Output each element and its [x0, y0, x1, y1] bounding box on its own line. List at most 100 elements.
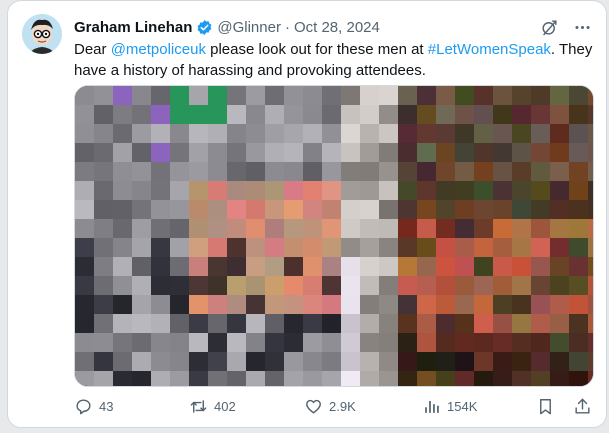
- mosaic-tile: [284, 200, 303, 219]
- mosaic-tile: [322, 371, 341, 386]
- mosaic-tile: [227, 352, 246, 371]
- mosaic-tile: [322, 162, 341, 181]
- mosaic-tile: [379, 371, 398, 386]
- mosaic-tile: [569, 238, 588, 257]
- mosaic-tile: [151, 314, 170, 333]
- mosaic-tile: [417, 86, 436, 105]
- mosaic-tile: [246, 124, 265, 143]
- mosaic-tile: [398, 314, 417, 333]
- mosaic-tile: [303, 352, 322, 371]
- mosaic-tile: [493, 200, 512, 219]
- reply-button[interactable]: 43: [74, 397, 189, 416]
- mention-link[interactable]: @metpoliceuk: [111, 41, 206, 58]
- mosaic-tile: [341, 219, 360, 238]
- share-icon[interactable]: [573, 397, 592, 416]
- separator-dot: ·: [284, 18, 290, 36]
- mosaic-tile: [493, 219, 512, 238]
- mosaic-tile: [151, 333, 170, 352]
- tweet-date[interactable]: Oct 28, 2024: [294, 19, 380, 36]
- mosaic-tile: [379, 257, 398, 276]
- mosaic-tile: [75, 371, 94, 386]
- mosaic-tile: [132, 219, 151, 238]
- mosaic-tile: [227, 162, 246, 181]
- mosaic-tile: [170, 200, 189, 219]
- mosaic-tile: [284, 143, 303, 162]
- mosaic-tile: [493, 333, 512, 352]
- hashtag-link[interactable]: #LetWomenSpeak: [428, 41, 551, 58]
- mosaic-tile: [322, 276, 341, 295]
- author-handle[interactable]: @Glinner: [217, 19, 281, 36]
- grok-icon[interactable]: [540, 18, 559, 37]
- mosaic-tile: [132, 257, 151, 276]
- mosaic-tile: [436, 314, 455, 333]
- mosaic-tile: [246, 257, 265, 276]
- mosaic-tile: [132, 371, 151, 386]
- mosaic-tile: [303, 105, 322, 124]
- mosaic-tile: [531, 181, 550, 200]
- mosaic-tile: [189, 124, 208, 143]
- mosaic-tile: [417, 124, 436, 143]
- avatar[interactable]: [22, 14, 62, 54]
- mosaic-tile: [208, 162, 227, 181]
- mosaic-tile: [341, 276, 360, 295]
- mosaic-tile: [455, 238, 474, 257]
- tweet-media[interactable]: [74, 85, 594, 387]
- like-count: 2.9K: [329, 398, 356, 414]
- mosaic-tile: [189, 200, 208, 219]
- mosaic-tile: [113, 276, 132, 295]
- mosaic-tile: [493, 276, 512, 295]
- mosaic-tile: [75, 124, 94, 143]
- like-button[interactable]: 2.9K: [304, 397, 422, 416]
- mosaic-tile: [246, 162, 265, 181]
- mosaic-tile: [588, 257, 593, 276]
- views-button[interactable]: 154K: [422, 397, 534, 416]
- mosaic-tile: [132, 314, 151, 333]
- bookmark-icon[interactable]: [536, 397, 555, 416]
- mosaic-tile: [531, 257, 550, 276]
- repost-button[interactable]: 402: [189, 397, 304, 416]
- mosaic-tile: [227, 86, 246, 105]
- mosaic-tile: [303, 86, 322, 105]
- tweet-card[interactable]: Graham Linehan @Glinner · Oct 28, 2024 D…: [7, 0, 607, 428]
- mosaic-tile: [208, 314, 227, 333]
- mosaic-tile: [284, 257, 303, 276]
- mosaic-tile: [189, 314, 208, 333]
- mosaic-tile: [512, 238, 531, 257]
- mosaic-tile: [360, 371, 379, 386]
- mosaic-tile: [265, 352, 284, 371]
- mosaic-tile: [151, 295, 170, 314]
- mosaic-tile: [569, 181, 588, 200]
- mosaic-tile: [569, 333, 588, 352]
- author-name[interactable]: Graham Linehan: [74, 19, 192, 36]
- tweet-text: Dear @metpoliceuk please look out for th…: [74, 39, 594, 81]
- mosaic-tile: [379, 352, 398, 371]
- mosaic-tile: [512, 200, 531, 219]
- mosaic-tile: [341, 143, 360, 162]
- mosaic-tile: [550, 257, 569, 276]
- verified-badge-icon[interactable]: [196, 19, 213, 36]
- mosaic-tile: [398, 143, 417, 162]
- mosaic-tile: [360, 162, 379, 181]
- mosaic-tile: [550, 105, 569, 124]
- mosaic-tile: [94, 200, 113, 219]
- mosaic-tile: [474, 295, 493, 314]
- mosaic-tile: [436, 124, 455, 143]
- mosaic-tile: [360, 200, 379, 219]
- mosaic-tile: [246, 333, 265, 352]
- mosaic-tile: [246, 105, 265, 124]
- mosaic-tile: [455, 181, 474, 200]
- mosaic-tile: [417, 352, 436, 371]
- mosaic-tile: [531, 162, 550, 181]
- mosaic-tile: [284, 219, 303, 238]
- mosaic-tile: [284, 86, 303, 105]
- mosaic-tile: [94, 333, 113, 352]
- mosaic-tile: [550, 200, 569, 219]
- mosaic-tile: [284, 105, 303, 124]
- mosaic-tile: [75, 143, 94, 162]
- mosaic-tile: [170, 162, 189, 181]
- mosaic-tile: [113, 143, 132, 162]
- more-icon[interactable]: [573, 18, 592, 37]
- mosaic-tile: [341, 295, 360, 314]
- mosaic-tile: [417, 333, 436, 352]
- mosaic-tile: [588, 105, 593, 124]
